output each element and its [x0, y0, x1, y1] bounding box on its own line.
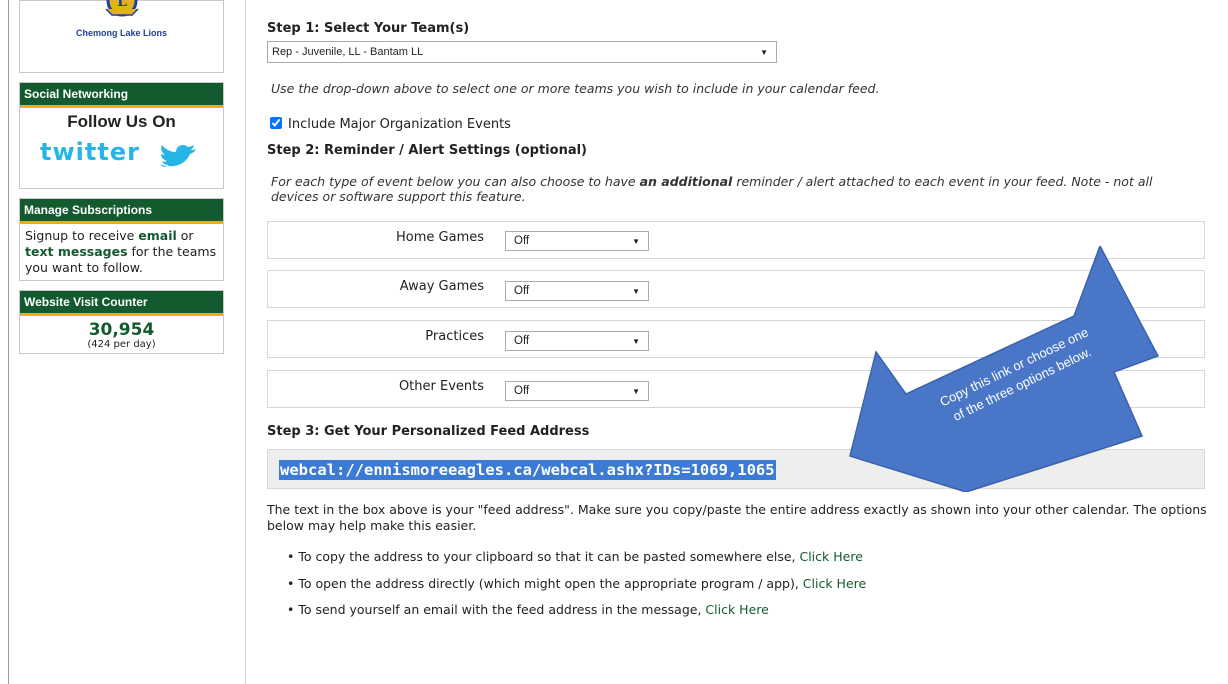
team-select-value: Rep - Juvenile, LL - Bantam LL	[272, 46, 424, 58]
step1-title: Step 1: Select Your Team(s)	[267, 21, 470, 36]
step2-help: For each type of event below you can als…	[271, 174, 1153, 204]
sidebar: L Chemong Lake Lions Social Networking F…	[19, 0, 224, 363]
option-copy-clipboard: • To copy the address to your clipboard …	[287, 549, 863, 564]
reminder-select-home-games[interactable]: Off ▼	[505, 231, 649, 251]
follow-us-label: Follow Us On	[67, 112, 176, 131]
step1-help: Use the drop-down above to select one or…	[271, 81, 880, 96]
chevron-down-icon: ▼	[632, 287, 640, 296]
reminder-label: Home Games	[396, 230, 484, 245]
social-networking-header: Social Networking	[20, 83, 223, 108]
feed-explanation: The text in the box above is your "feed …	[267, 502, 1207, 533]
text-messages-highlight: text messages	[25, 244, 128, 259]
callout-arrow: Copy this link or choose one of the thre…	[849, 246, 1160, 492]
reminder-label: Other Events	[398, 379, 484, 394]
step3-title: Step 3: Get Your Personalized Feed Addre…	[267, 424, 590, 439]
visit-counter-header: Website Visit Counter	[20, 291, 223, 316]
visit-count: 30,954	[88, 320, 155, 340]
chevron-down-icon: ▼	[760, 48, 768, 57]
chevron-down-icon: ▼	[632, 237, 640, 246]
left-border	[8, 0, 9, 684]
logo-caption: Chemong Lake Lions	[75, 28, 167, 38]
reminder-select-away-games[interactable]: Off ▼	[505, 281, 649, 301]
step2-title: Step 2: Reminder / Alert Settings (optio…	[267, 143, 587, 158]
major-events-checkbox-label[interactable]: Include Major Organization Events	[270, 117, 511, 132]
visits-per-day: (424 per day)	[87, 339, 156, 350]
reminder-select-other-events[interactable]: Off ▼	[505, 381, 649, 401]
twitter-bird-icon	[160, 144, 196, 167]
copy-clipboard-link[interactable]: Click Here	[799, 549, 862, 564]
chevron-down-icon: ▼	[632, 337, 640, 346]
email-address-link[interactable]: Click Here	[705, 602, 768, 617]
column-divider	[245, 0, 246, 684]
reminder-label: Practices	[425, 329, 484, 344]
twitter-link[interactable]: twitter	[20, 132, 223, 176]
lions-emblem-icon: L	[105, 0, 139, 17]
major-events-checkbox[interactable]	[270, 117, 282, 129]
email-highlight: email	[138, 228, 177, 243]
twitter-wordmark: twitter	[40, 138, 140, 166]
manage-subscriptions-header: Manage Subscriptions	[20, 199, 223, 224]
subscriptions-text: Signup to receive email or text messages…	[25, 228, 217, 275]
reminder-select-practices[interactable]: Off ▼	[505, 331, 649, 351]
svg-text:L: L	[117, 0, 127, 10]
option-email-address: • To send yourself an email with the fee…	[287, 602, 769, 617]
reminder-label: Away Games	[399, 279, 484, 294]
team-select[interactable]: Rep - Juvenile, LL - Bantam LL ▼	[267, 41, 777, 63]
option-open-address: • To open the address directly (which mi…	[287, 576, 867, 591]
chevron-down-icon: ▼	[632, 387, 640, 396]
manage-subscriptions-box[interactable]: Manage Subscriptions Signup to receive e…	[19, 198, 224, 281]
sponsor-logo-box[interactable]: L Chemong Lake Lions	[19, 0, 224, 73]
visit-counter-box: Website Visit Counter 30,954 (424 per da…	[19, 290, 224, 354]
open-address-link[interactable]: Click Here	[803, 576, 866, 591]
social-networking-box: Social Networking Follow Us On twitter	[19, 82, 224, 189]
feed-address-text[interactable]: webcal://ennismoreeagles.ca/webcal.ashx?…	[279, 460, 776, 480]
